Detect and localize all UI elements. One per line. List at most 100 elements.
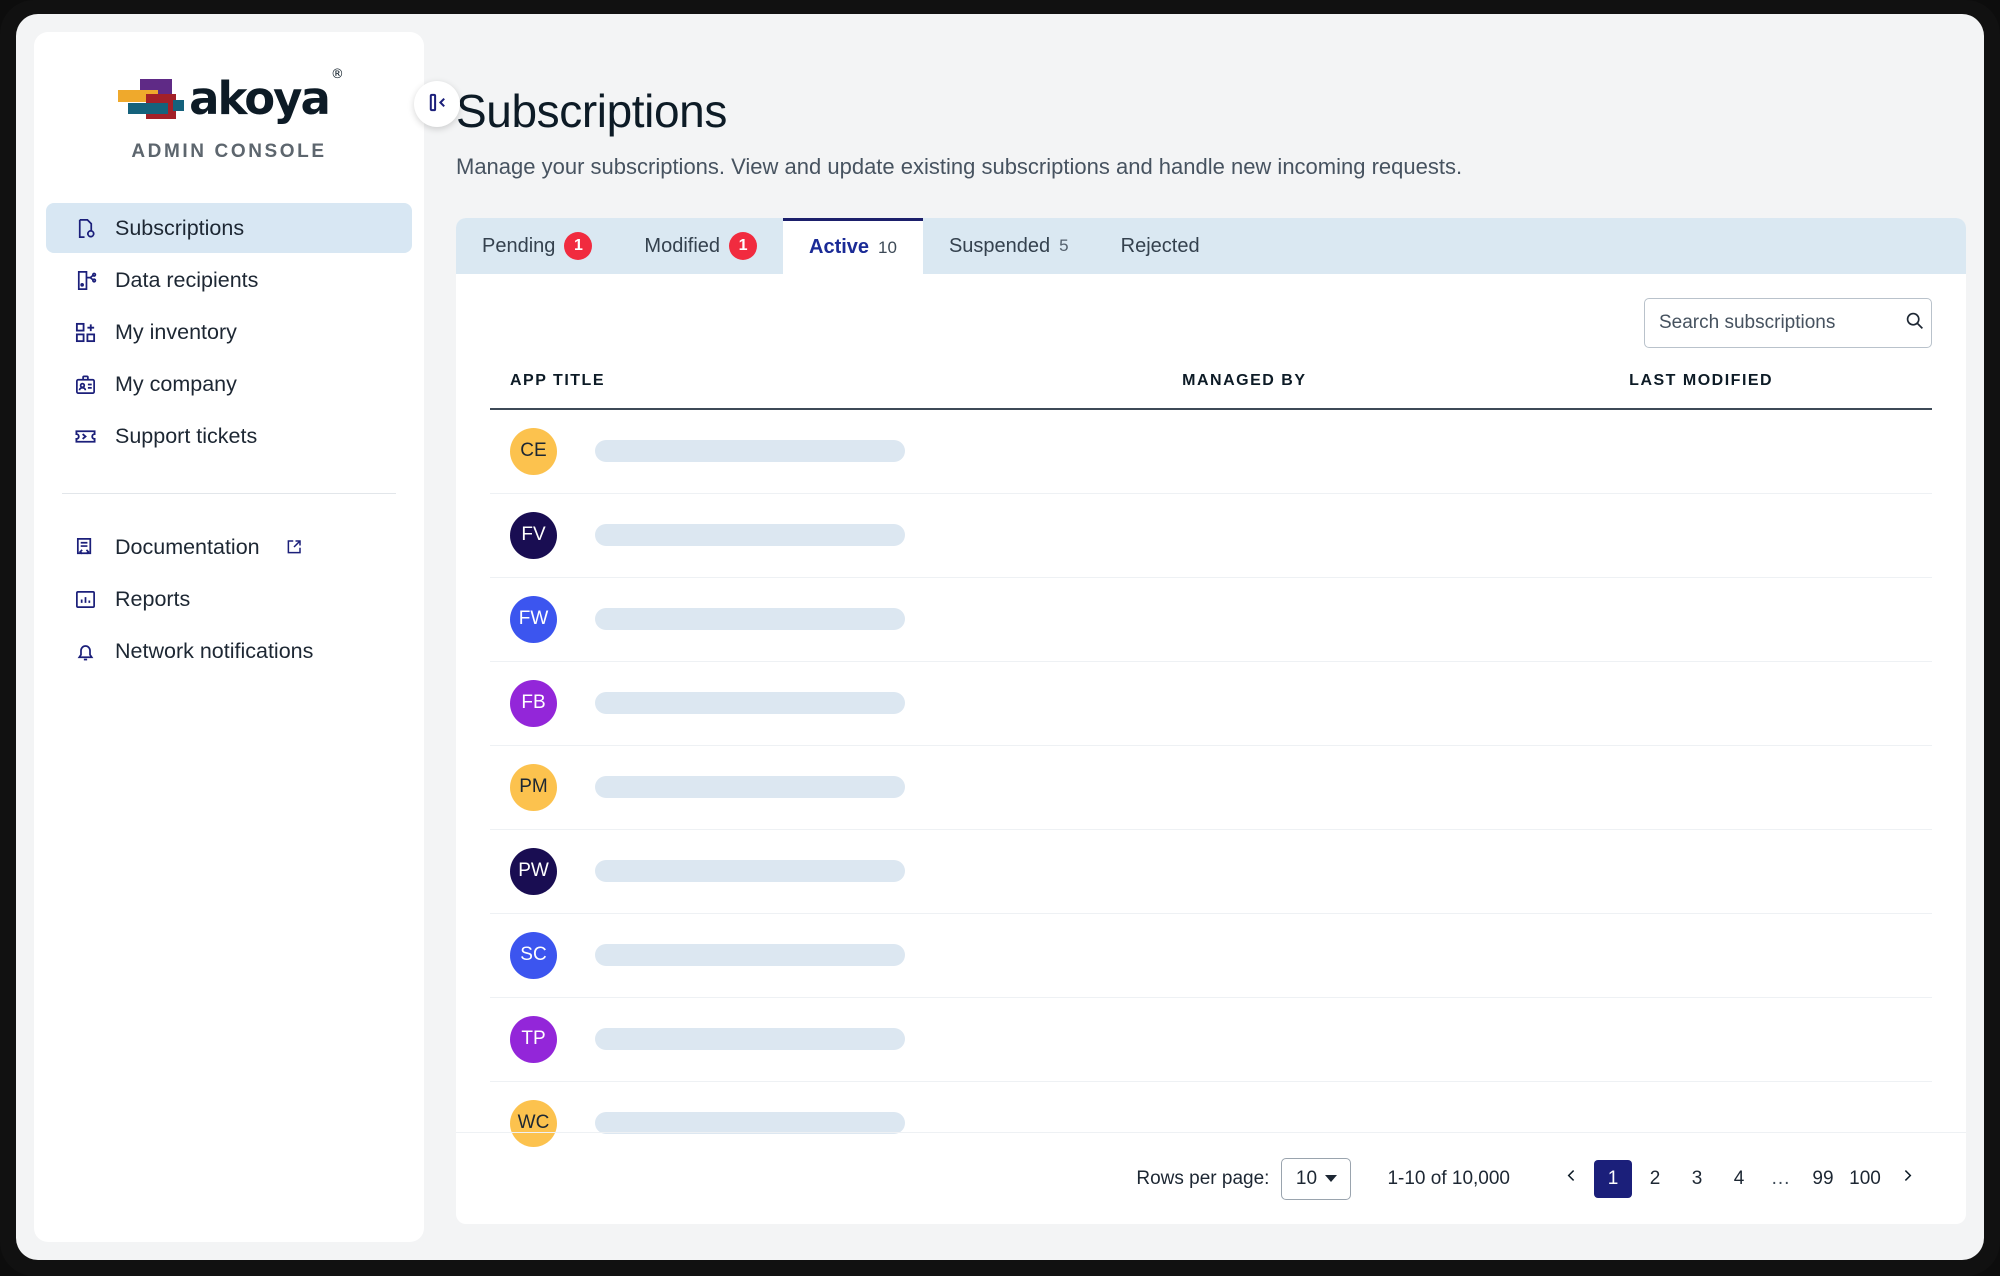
avatar: PW bbox=[510, 847, 557, 895]
avatar: SC bbox=[510, 931, 557, 979]
pagination-page-1[interactable]: 1 bbox=[1594, 1159, 1632, 1198]
avatar: FW bbox=[510, 595, 557, 643]
panel-collapse-icon bbox=[426, 91, 449, 117]
avatar-initials: CE bbox=[520, 440, 547, 462]
pagination-page-100[interactable]: 100 bbox=[1846, 1160, 1884, 1198]
pagination-page-99[interactable]: 99 bbox=[1804, 1160, 1842, 1198]
sidebar-item-my-inventory[interactable]: My inventory bbox=[46, 307, 412, 357]
table-row[interactable]: FV bbox=[490, 493, 1932, 578]
sidebar-item-network-notifications[interactable]: Network notifications bbox=[46, 626, 412, 676]
tab-badge-count: 1 bbox=[564, 232, 593, 260]
sidebar-item-reports[interactable]: Reports bbox=[46, 574, 412, 624]
cell-app-title: FB bbox=[490, 661, 1183, 746]
brand-subtitle: ADMIN CONSOLE bbox=[131, 141, 327, 162]
column-header-last-modified: LAST MODIFIED bbox=[1629, 372, 1932, 410]
cell-app-title: PM bbox=[490, 745, 1183, 830]
sidebar-item-data-recipients[interactable]: Data recipients bbox=[46, 255, 412, 305]
pagination-range-text: 1-10 of 10,000 bbox=[1387, 1167, 1510, 1189]
avatar-initials: TP bbox=[521, 1028, 546, 1049]
table-row[interactable]: FB bbox=[490, 661, 1932, 746]
tab-count: 10 bbox=[878, 237, 897, 257]
column-header-managed-by: MANAGED BY bbox=[1182, 372, 1630, 410]
cell-managed-by bbox=[1182, 409, 1630, 494]
inventory-icon bbox=[74, 321, 97, 344]
tab-pending[interactable]: Pending 1 bbox=[456, 218, 618, 274]
bell-icon bbox=[74, 640, 97, 663]
rows-per-page-select[interactable]: 10 bbox=[1281, 1157, 1352, 1200]
avatar-initials: PW bbox=[518, 860, 549, 881]
cell-managed-by bbox=[1182, 745, 1630, 830]
skeleton-placeholder bbox=[595, 1028, 905, 1050]
avatar: CE bbox=[510, 427, 557, 475]
sidebar-item-label: Reports bbox=[115, 586, 191, 611]
avatar-initials: WC bbox=[517, 1112, 550, 1134]
cell-managed-by bbox=[1182, 829, 1630, 914]
cell-app-title: FW bbox=[490, 577, 1183, 662]
skeleton-placeholder bbox=[595, 440, 905, 463]
status-tabs: Pending 1 Modified 1 Active 10 Suspended… bbox=[456, 218, 1966, 274]
table-head: APP TITLE MANAGED BY LAST MODIFIED bbox=[490, 372, 1932, 410]
akoya-logo-mark bbox=[118, 78, 185, 119]
documentation-icon bbox=[74, 536, 97, 559]
pagination-prev-button[interactable] bbox=[1552, 1160, 1590, 1198]
brand-wordmark: akoya ® bbox=[189, 67, 344, 125]
cell-managed-by bbox=[1182, 493, 1630, 578]
skeleton-placeholder bbox=[595, 860, 905, 882]
external-link-icon bbox=[285, 538, 303, 556]
table-row[interactable]: SC bbox=[490, 913, 1932, 998]
table-row[interactable]: PW bbox=[490, 829, 1932, 914]
search-input[interactable] bbox=[1659, 312, 1904, 334]
cell-last-modified bbox=[1629, 745, 1932, 830]
avatar-initials: FW bbox=[518, 608, 549, 629]
table-row[interactable]: TP bbox=[490, 997, 1932, 1082]
cell-managed-by bbox=[1182, 913, 1630, 998]
cell-last-modified bbox=[1629, 913, 1932, 998]
table-row[interactable]: FW bbox=[490, 577, 1932, 662]
tab-active[interactable]: Active 10 bbox=[783, 218, 923, 274]
sidebar-item-label: Subscriptions bbox=[115, 215, 245, 240]
sidebar-item-label: Data recipients bbox=[115, 267, 259, 292]
tab-modified[interactable]: Modified 1 bbox=[618, 218, 783, 274]
sidebar-item-subscriptions[interactable]: Subscriptions bbox=[46, 203, 412, 253]
sidebar-item-label: Support tickets bbox=[115, 423, 258, 448]
tab-rejected[interactable]: Rejected bbox=[1095, 218, 1226, 274]
skeleton-placeholder bbox=[595, 1112, 905, 1135]
tab-label: Rejected bbox=[1120, 234, 1200, 257]
subscriptions-card: Pending 1 Modified 1 Active 10 Suspended… bbox=[456, 218, 1966, 1224]
pagination-bar: Rows per page: 10 1-10 of 10,000 1 2 3 4...… bbox=[456, 1132, 1966, 1224]
tab-label: Active bbox=[809, 236, 870, 258]
search-container[interactable] bbox=[1644, 298, 1932, 348]
ticket-icon bbox=[74, 425, 97, 448]
pagination-page-2[interactable]: 2 bbox=[1636, 1160, 1674, 1198]
page-subtitle: Manage your subscriptions. View and upda… bbox=[456, 154, 1463, 179]
avatar: PM bbox=[510, 763, 557, 811]
table-row[interactable]: PM bbox=[490, 745, 1932, 830]
tab-badge-count: 1 bbox=[729, 232, 758, 260]
chevron-right-icon bbox=[1899, 1167, 1916, 1190]
table-row[interactable]: CE bbox=[490, 409, 1932, 494]
sidebar-item-documentation[interactable]: Documentation bbox=[46, 522, 412, 572]
cell-last-modified bbox=[1629, 577, 1932, 662]
avatar: FB bbox=[510, 679, 557, 727]
sidebar-item-label: My company bbox=[115, 371, 237, 396]
sidebar-item-label: Documentation bbox=[115, 534, 260, 559]
pagination-page-3[interactable]: 3 bbox=[1678, 1160, 1716, 1198]
column-header-app-title: APP TITLE bbox=[490, 372, 1183, 410]
tab-suspended[interactable]: Suspended 5 bbox=[923, 218, 1095, 274]
tab-label: Modified bbox=[644, 234, 721, 257]
sidebar-item-support-tickets[interactable]: Support tickets bbox=[46, 411, 412, 461]
table-body: CE FV FW FB PM PW SC TP WC bbox=[490, 409, 1932, 1165]
pagination-page-4[interactable]: 4 bbox=[1720, 1160, 1758, 1198]
pagination-next-button[interactable] bbox=[1888, 1160, 1926, 1198]
page-title: Subscriptions bbox=[456, 85, 727, 137]
avatar: FV bbox=[510, 511, 557, 559]
rows-per-page-value: 10 bbox=[1295, 1167, 1318, 1189]
secondary-nav: Documentation Reports Network notificati… bbox=[34, 522, 424, 676]
skeleton-placeholder bbox=[595, 944, 905, 966]
main-content: Subscriptions Manage your subscriptions.… bbox=[456, 32, 1966, 1242]
cell-app-title: TP bbox=[490, 997, 1183, 1082]
subscriptions-icon bbox=[74, 217, 97, 240]
sidebar-item-my-company[interactable]: My company bbox=[46, 359, 412, 409]
search-icon[interactable] bbox=[1904, 310, 1925, 336]
collapse-sidebar-button[interactable] bbox=[414, 81, 460, 127]
